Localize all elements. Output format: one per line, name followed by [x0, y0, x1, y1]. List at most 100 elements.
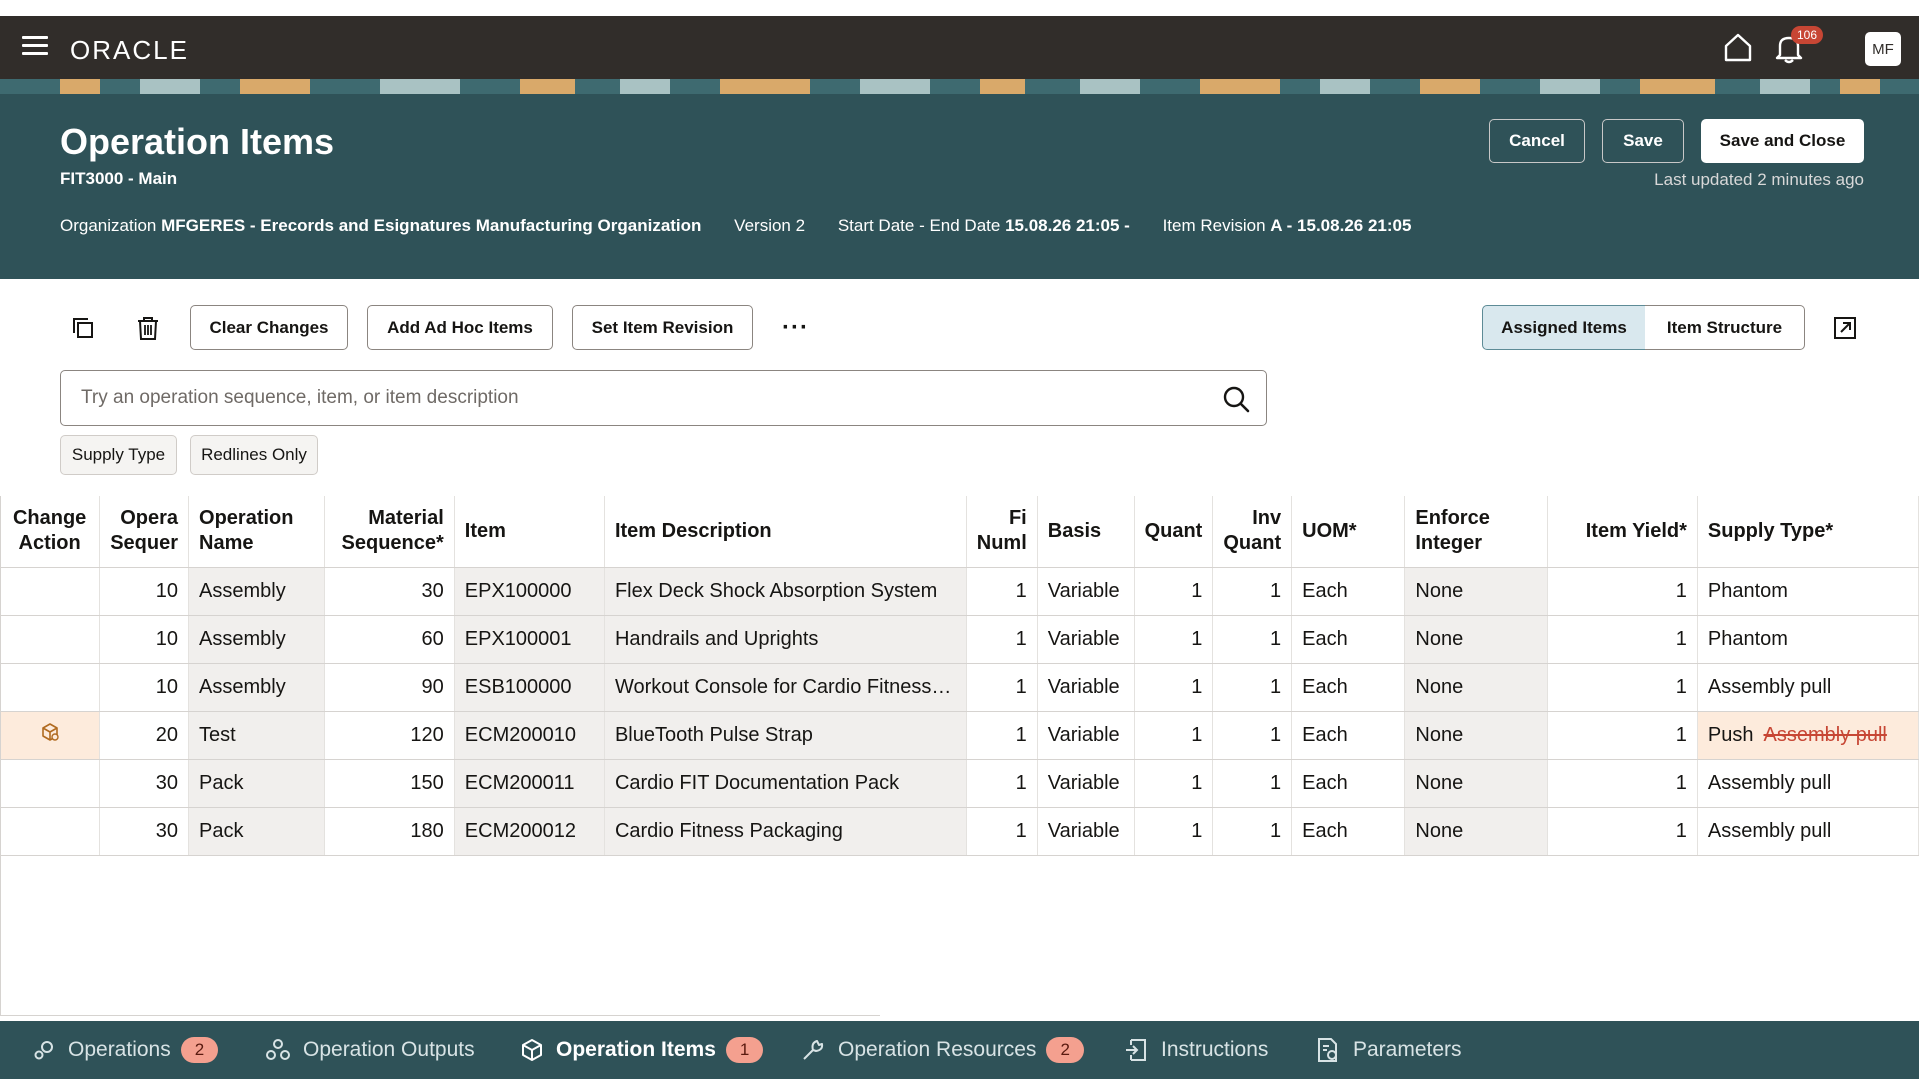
cell-item-description[interactable]: Cardio Fitness Packaging — [604, 807, 967, 856]
tab-operation-outputs[interactable]: Operation Outputs — [265, 1030, 475, 1070]
cell-operation-name[interactable]: Assembly — [188, 615, 326, 664]
cell-operation-sequence[interactable]: 30 — [99, 807, 190, 856]
cell-item-yield[interactable]: 1 — [1547, 567, 1698, 616]
cell-item[interactable]: ESB100000 — [454, 663, 605, 712]
cell-uom[interactable]: Each — [1291, 759, 1406, 808]
cell-material-sequence[interactable]: 150 — [324, 759, 455, 808]
cell-uom[interactable]: Each — [1291, 615, 1406, 664]
cell-material-sequence[interactable]: 180 — [324, 807, 455, 856]
redlines-only-filter-chip[interactable]: Redlines Only — [190, 435, 318, 475]
cancel-button[interactable]: Cancel — [1489, 119, 1585, 163]
tab-instructions[interactable]: Instructions — [1123, 1030, 1268, 1070]
cell-operation-sequence[interactable]: 20 — [99, 711, 190, 760]
add-adhoc-items-button[interactable]: Add Ad Hoc Items — [367, 305, 553, 350]
cell-basis[interactable]: Variable — [1037, 807, 1135, 856]
cell-fixed-number[interactable]: 1 — [966, 807, 1038, 856]
cell-inverse-quantity[interactable]: 1 — [1212, 807, 1293, 856]
cell-fixed-number[interactable]: 1 — [966, 615, 1038, 664]
item-structure-toggle[interactable]: Item Structure — [1645, 305, 1805, 350]
cell-inverse-quantity[interactable]: 1 — [1212, 663, 1293, 712]
cell-change-action[interactable] — [0, 615, 101, 664]
table-scrollbar[interactable] — [0, 1015, 880, 1016]
expand-icon[interactable] — [1832, 315, 1858, 341]
menu-icon[interactable] — [22, 36, 48, 58]
cell-operation-name[interactable]: Test — [188, 711, 326, 760]
cell-enforce-integer[interactable]: None — [1404, 759, 1549, 808]
more-actions-icon[interactable]: ··· — [782, 314, 809, 342]
cell-uom[interactable]: Each — [1291, 567, 1406, 616]
tab-operation-items[interactable]: Operation Items 1 — [520, 1030, 764, 1070]
cell-enforce-integer[interactable]: None — [1404, 567, 1549, 616]
cell-item-description[interactable]: Handrails and Uprights — [604, 615, 967, 664]
column-header-supply-type[interactable]: Supply Type* — [1697, 496, 1919, 568]
cell-item-description[interactable]: Cardio FIT Documentation Pack — [604, 759, 967, 808]
cell-item-description[interactable]: Flex Deck Shock Absorption System — [604, 567, 967, 616]
cell-inverse-quantity[interactable]: 1 — [1212, 615, 1293, 664]
column-header-uom[interactable]: UOM* — [1291, 496, 1406, 568]
cell-basis[interactable]: Variable — [1037, 711, 1135, 760]
cell-basis[interactable]: Variable — [1037, 759, 1135, 808]
column-header-item-description[interactable]: Item Description — [604, 496, 967, 568]
save-and-close-button[interactable]: Save and Close — [1701, 119, 1864, 163]
cell-supply-type[interactable]: Push Assembly pull — [1697, 711, 1919, 760]
save-button[interactable]: Save — [1602, 119, 1684, 163]
tab-operations[interactable]: Operations 2 — [32, 1030, 219, 1070]
cell-item-yield[interactable]: 1 — [1547, 663, 1698, 712]
column-header-item[interactable]: Item — [454, 496, 605, 568]
table-row[interactable]: 10 Assembly 30 EPX100000 Flex Deck Shock Abs… — [0, 567, 1919, 616]
tab-parameters[interactable]: Parameters — [1315, 1030, 1462, 1070]
cell-supply-type[interactable]: Phantom — [1697, 567, 1919, 616]
column-header-operation-sequence[interactable]: Opera Sequer — [99, 496, 190, 568]
cell-enforce-integer[interactable]: None — [1404, 663, 1549, 712]
set-item-revision-button[interactable]: Set Item Revision — [572, 305, 753, 350]
cell-basis[interactable]: Variable — [1037, 567, 1135, 616]
user-avatar[interactable]: MF — [1865, 32, 1901, 66]
cell-uom[interactable]: Each — [1291, 807, 1406, 856]
tab-operation-resources[interactable]: Operation Resources 2 — [800, 1030, 1084, 1070]
home-icon[interactable] — [1722, 31, 1754, 63]
cell-enforce-integer[interactable]: None — [1404, 711, 1549, 760]
cell-change-action[interactable] — [0, 567, 101, 616]
cell-inverse-quantity[interactable]: 1 — [1212, 567, 1293, 616]
search-icon[interactable] — [1222, 385, 1250, 413]
cell-operation-sequence[interactable]: 10 — [99, 567, 190, 616]
cell-item[interactable]: ECM200010 — [454, 711, 605, 760]
cell-enforce-integer[interactable]: None — [1404, 807, 1549, 856]
cell-item-yield[interactable]: 1 — [1547, 759, 1698, 808]
cell-change-action[interactable] — [0, 807, 101, 856]
cell-item-description[interactable]: BlueTooth Pulse Strap — [604, 711, 967, 760]
cell-supply-type[interactable]: Assembly pull — [1697, 663, 1919, 712]
cell-quantity[interactable]: 1 — [1134, 615, 1214, 664]
cell-quantity[interactable]: 1 — [1134, 711, 1214, 760]
cell-item-yield[interactable]: 1 — [1547, 711, 1698, 760]
column-header-basis[interactable]: Basis — [1037, 496, 1135, 568]
cell-supply-type[interactable]: Assembly pull — [1697, 807, 1919, 856]
cell-operation-name[interactable]: Assembly — [188, 567, 326, 616]
supply-type-filter-chip[interactable]: Supply Type — [60, 435, 177, 475]
cell-quantity[interactable]: 1 — [1134, 759, 1214, 808]
cell-quantity[interactable]: 1 — [1134, 567, 1214, 616]
search-input[interactable] — [81, 371, 1201, 425]
cell-item[interactable]: ECM200011 — [454, 759, 605, 808]
cell-change-action[interactable] — [0, 663, 101, 712]
duplicate-icon[interactable] — [70, 315, 96, 341]
table-row[interactable]: 30 Pack 150 ECM200011 Cardio FIT Documentati… — [0, 759, 1919, 808]
cell-uom[interactable]: Each — [1291, 663, 1406, 712]
cell-fixed-number[interactable]: 1 — [966, 711, 1038, 760]
cell-operation-name[interactable]: Pack — [188, 807, 326, 856]
cell-inverse-quantity[interactable]: 1 — [1212, 759, 1293, 808]
column-header-item-yield[interactable]: Item Yield* — [1547, 496, 1698, 568]
cell-material-sequence[interactable]: 30 — [324, 567, 455, 616]
cell-item-description[interactable]: Workout Console for Cardio Fitness… — [604, 663, 967, 712]
column-header-enforce-integer[interactable]: Enforce Integer — [1404, 496, 1549, 568]
cell-fixed-number[interactable]: 1 — [966, 663, 1038, 712]
column-header-quantity[interactable]: Quant — [1134, 496, 1214, 568]
cell-operation-sequence[interactable]: 10 — [99, 663, 190, 712]
cell-change-action[interactable] — [0, 711, 101, 760]
table-row[interactable]: 10 Assembly 90 ESB100000 Workout Console for… — [0, 663, 1919, 712]
assigned-items-toggle[interactable]: Assigned Items — [1482, 305, 1646, 350]
cell-material-sequence[interactable]: 120 — [324, 711, 455, 760]
cell-supply-type[interactable]: Assembly pull — [1697, 759, 1919, 808]
cell-quantity[interactable]: 1 — [1134, 663, 1214, 712]
column-header-material-sequence[interactable]: Material Sequence* — [324, 496, 455, 568]
